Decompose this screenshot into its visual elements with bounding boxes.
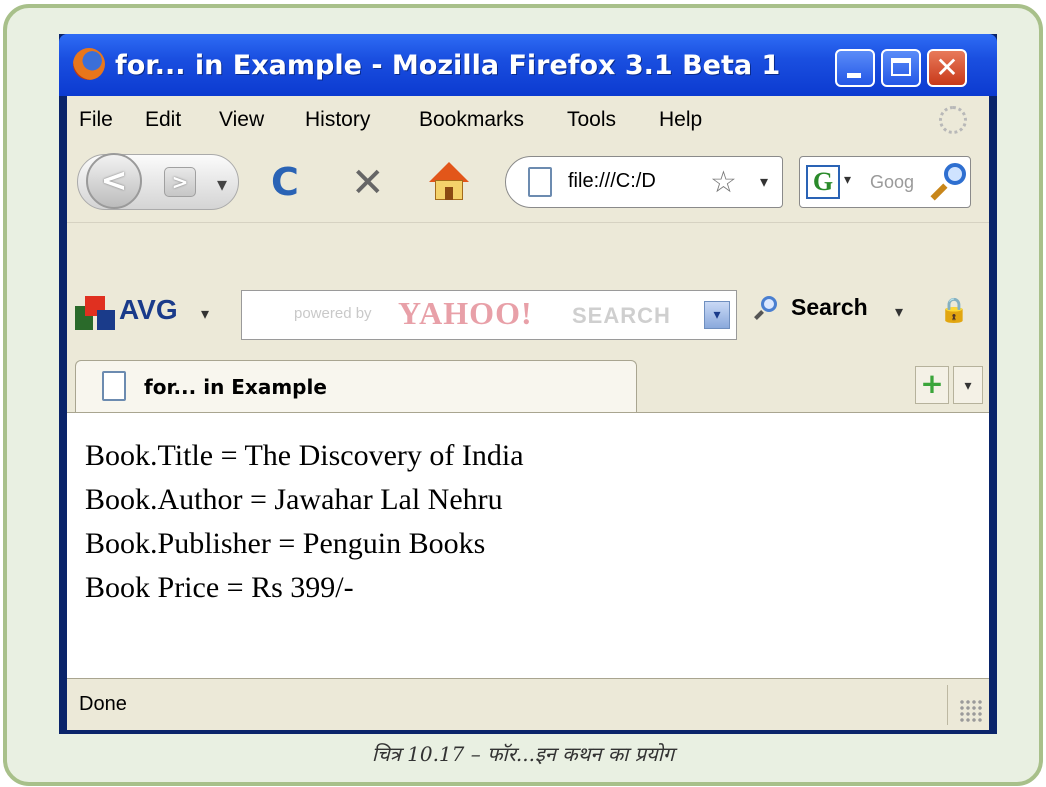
url-input[interactable]: file:///C:/D (568, 170, 656, 193)
url-dropdown-icon[interactable]: ▾ (760, 172, 768, 191)
maximize-button[interactable] (881, 49, 921, 87)
home-icon (429, 162, 469, 182)
search-bar[interactable]: G ▾ Goog (799, 156, 971, 208)
content-line: Book Price = Rs 399/- (85, 571, 354, 604)
powered-by-label: powered by (294, 305, 372, 322)
page-icon (102, 371, 126, 401)
google-engine-icon[interactable]: G (806, 165, 840, 199)
url-bar[interactable]: file:///C:/D ☆ ▾ (505, 156, 783, 208)
search-input[interactable]: Goog (870, 172, 914, 193)
status-text: Done (79, 693, 127, 715)
browser-window: for... in Example - Mozilla Firefox 3.1 … (59, 34, 997, 734)
yahoo-search-word: SEARCH (572, 303, 671, 328)
avg-search-button[interactable]: Search (791, 294, 868, 321)
close-icon: ✕ (935, 51, 959, 84)
page-icon (528, 167, 552, 197)
navigation-toolbar: < > ▾ C ✕ file:///C:/D ☆ ▾ G ▾ Goog (67, 142, 989, 222)
menu-tools[interactable]: Tools (567, 108, 616, 132)
close-button[interactable]: ✕ (927, 49, 967, 87)
menu-view[interactable]: View (219, 108, 264, 132)
maximize-icon (891, 58, 911, 76)
title-bar[interactable]: for... in Example - Mozilla Firefox 3.1 … (59, 34, 997, 96)
minimize-button[interactable] (835, 49, 875, 87)
stop-button[interactable]: ✕ (351, 160, 385, 206)
menu-file[interactable]: File (79, 108, 113, 132)
menu-help[interactable]: Help (659, 108, 702, 132)
new-tab-button[interactable]: + (915, 366, 949, 404)
security-lock-icon: 🔒 (939, 296, 969, 324)
home-button[interactable] (429, 162, 469, 202)
search-magnifier-icon[interactable] (930, 163, 966, 201)
content-line: Book.Publisher = Penguin Books (85, 527, 486, 560)
avg-logo-icon (75, 296, 115, 330)
empty-toolbar (67, 222, 989, 279)
resize-grip-icon[interactable] (959, 699, 983, 723)
menu-bar: File Edit View History Bookmarks Tools H… (67, 96, 989, 142)
search-icon (754, 296, 779, 320)
yahoo-logo: YAHOO! (398, 295, 533, 331)
engine-dropdown-icon[interactable]: ▾ (844, 172, 851, 188)
page-content: Book.Title = The Discovery of India Book… (67, 412, 989, 678)
yahoo-search-input[interactable]: powered by YAHOO! SEARCH ▾ (241, 290, 737, 340)
status-bar: Done (67, 678, 989, 730)
forward-button[interactable]: > (164, 167, 196, 197)
avg-dropdown-icon[interactable]: ▾ (201, 304, 209, 323)
avg-brand[interactable]: AVG (119, 294, 178, 326)
avg-toolbar: AVG ▾ powered by YAHOO! SEARCH ▾ Search … (67, 278, 989, 346)
avg-search-dropdown-icon[interactable]: ▾ (895, 302, 903, 321)
figure-caption: चित्र 10.17 – फॉर...इन कथन का प्रयोग (371, 742, 675, 766)
throbber-icon (939, 106, 967, 134)
content-line: Book.Title = The Discovery of India (85, 439, 524, 472)
window-title: for... in Example - Mozilla Firefox 3.1 … (115, 50, 781, 81)
firefox-logo-icon (73, 48, 105, 80)
tab-label: for... in Example (144, 375, 327, 399)
content-line: Book.Author = Jawahar Lal Nehru (85, 483, 503, 516)
browser-client: File Edit View History Bookmarks Tools H… (67, 96, 989, 730)
bookmark-star-icon[interactable]: ☆ (710, 165, 737, 200)
minimize-icon (847, 73, 861, 78)
yahoo-dropdown-button[interactable]: ▾ (704, 301, 730, 329)
menu-bookmarks[interactable]: Bookmarks (419, 108, 524, 132)
back-button[interactable]: < (86, 153, 142, 209)
tab-list-button[interactable]: ▾ (953, 366, 983, 404)
tab-bar: for... in Example + ▾ (67, 346, 989, 412)
back-forward-group: < > (77, 153, 239, 210)
menu-edit[interactable]: Edit (145, 108, 181, 132)
status-divider (947, 685, 948, 725)
history-dropdown-icon[interactable]: ▾ (217, 172, 227, 196)
menu-history[interactable]: History (305, 108, 370, 132)
reload-button[interactable]: C (271, 160, 299, 204)
tab-active[interactable]: for... in Example (75, 360, 637, 412)
